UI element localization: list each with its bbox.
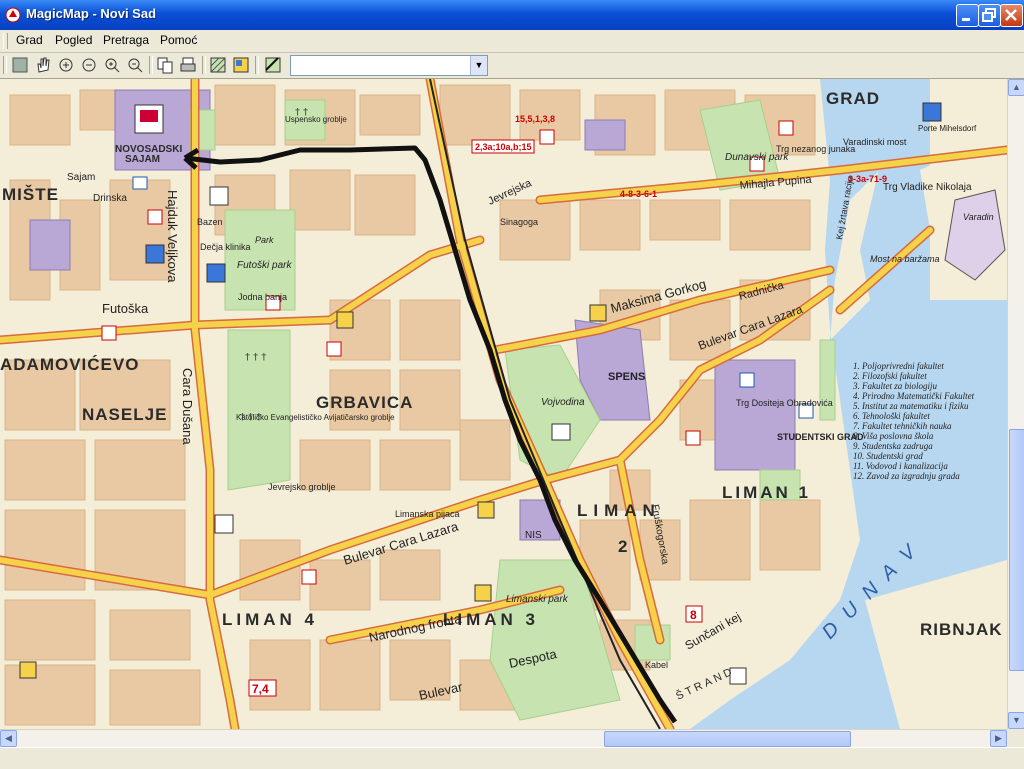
- place-jevrejsko-groblje: Jevrejsko groblje: [268, 482, 336, 492]
- bus-label-4: 4-8-3-6-1: [620, 189, 657, 199]
- place-trg-vladike-nikolaja: Trg Vladike Nikolaja: [883, 182, 972, 193]
- place-trg-dositeja: Trg Dositeja Obradovića: [736, 398, 833, 408]
- place-studentski-grad: STUDENTSKI GRAD: [777, 432, 864, 442]
- place-vojvodina: Vojvodina: [541, 397, 585, 408]
- place-sajam: Sajam: [67, 172, 95, 183]
- bus-label-3: 3-3a-71-9: [848, 174, 887, 184]
- maximize-button[interactable]: [978, 4, 1001, 27]
- toolbar-separator: [255, 56, 259, 74]
- legend-10: 10. Studentski grad: [853, 451, 923, 461]
- label-miste: MIŠTE: [2, 185, 59, 204]
- select-tool-icon[interactable]: [11, 56, 29, 74]
- print-icon[interactable]: [179, 56, 197, 74]
- legend-4: 4. Prirodno Matematički Fakultet: [853, 391, 975, 401]
- scroll-right-icon[interactable]: ▶: [990, 730, 1007, 747]
- street-cara-dusana: Cara Dušana: [180, 368, 195, 445]
- toolbar: [0, 53, 1024, 79]
- map-view[interactable]: † † † † † † † † GRAD MIŠTE NOVOSADSKI SA…: [0, 79, 1007, 729]
- map-layer-icon[interactable]: [232, 56, 250, 74]
- legend-11: 11. Vodovod i kanalizacija: [853, 461, 948, 471]
- place-park: Park: [255, 235, 274, 245]
- place-decja-klinika: Dečja klinika: [200, 242, 251, 252]
- label-grad: GRAD: [826, 89, 880, 108]
- place-porte: Porte Mihelsdorf: [918, 124, 977, 133]
- status-bar: [0, 747, 1024, 769]
- menu-bar: Grad Pogled Pretraga Pomoć: [0, 30, 1024, 53]
- legend-12: 12. Zavod za izgradnju grada: [853, 471, 960, 481]
- place-drinska: Drinska: [93, 193, 127, 204]
- app-icon: [5, 7, 21, 23]
- scroll-down-icon[interactable]: ▼: [1008, 712, 1024, 729]
- bus-label-1: 2,3a;10a,b;15: [475, 142, 532, 152]
- title-bar: MagicMap - Novi Sad: [0, 0, 1024, 30]
- legend-6: 6. Tehnološki fakultet: [853, 411, 930, 421]
- label-naselje: NASELJE: [82, 405, 167, 424]
- chevron-down-icon[interactable]: ▼: [470, 56, 487, 75]
- place-varadin: Varadin: [963, 212, 994, 222]
- bus-label-6: 8: [690, 608, 697, 622]
- label-grbavica: GRBAVICA: [316, 393, 413, 412]
- scroll-left-icon[interactable]: ◀: [0, 730, 17, 747]
- place-limanski-park: Limanski park: [506, 594, 569, 605]
- place-limanska-pijaca: Limanska pijaca: [395, 509, 460, 519]
- menu-pomoc[interactable]: Pomoć: [157, 33, 200, 47]
- label-adamovicevo: ADAMOVIĆEVO: [0, 355, 139, 374]
- label-liman-1: LIMAN 1: [722, 483, 811, 502]
- map-canvas[interactable]: † † † † † † † † GRAD MIŠTE NOVOSADSKI SA…: [0, 79, 1007, 729]
- label-ribnjak: RIBNJAK: [920, 620, 1003, 639]
- legend-2: 2. Filozofski fakultet: [853, 371, 927, 381]
- plus-icon[interactable]: [57, 56, 75, 74]
- horizontal-scrollbar[interactable]: ◀ ▶: [0, 729, 1007, 747]
- place-futoski-park: Futoški park: [237, 260, 292, 271]
- close-button[interactable]: [1000, 4, 1023, 27]
- place-trg-nezanog-junaka: Trg nezanog junaka: [776, 144, 855, 154]
- place-jodna-banja: Jodna banja: [238, 292, 287, 302]
- copy-icon[interactable]: [156, 56, 174, 74]
- place-kabel: Kabel: [645, 660, 668, 670]
- horizontal-scroll-thumb[interactable]: [604, 731, 851, 747]
- minimize-button[interactable]: [956, 4, 979, 27]
- legend-3: 3. Fakultet za biologiju: [852, 381, 937, 391]
- layer-icon[interactable]: [209, 56, 227, 74]
- label-liman: LIMAN: [577, 501, 661, 520]
- menu-grad[interactable]: Grad: [13, 33, 46, 47]
- route-tool-icon[interactable]: [264, 56, 282, 74]
- legend-8: 8. Viša poslovna škola: [853, 431, 934, 441]
- toolbar-grip: [3, 56, 7, 74]
- vertical-scroll-thumb[interactable]: [1009, 429, 1024, 671]
- svg-text:† † †: † † †: [245, 352, 266, 363]
- legend-5: 5. Institut za matematiku i fiziku: [853, 401, 969, 411]
- place-uspensko-groblje: Uspensko groblje: [285, 115, 347, 124]
- place-sinagoga: Sinagoga: [500, 217, 538, 227]
- label-liman-4: LIMAN 4: [222, 610, 318, 629]
- scroll-up-icon[interactable]: ▲: [1008, 79, 1024, 96]
- label-liman-2: 2: [618, 537, 627, 556]
- menu-pretraga[interactable]: Pretraga: [100, 33, 152, 47]
- place-spens: SPENS: [608, 371, 645, 383]
- zoom-out-icon[interactable]: [126, 56, 144, 74]
- toolbar-separator: [202, 56, 206, 74]
- menu-grip: [3, 33, 8, 49]
- place-bazen: Bazen: [197, 217, 223, 227]
- place-nis: NIS: [525, 530, 542, 541]
- legend-9: 9. Studentska zadruga: [853, 441, 933, 451]
- toolbar-separator: [149, 56, 153, 74]
- menu-pogled[interactable]: Pogled: [52, 33, 95, 47]
- window-title: MagicMap - Novi Sad: [26, 6, 157, 21]
- minus-icon[interactable]: [80, 56, 98, 74]
- street-hajduk-veljkova: Hajduk Veljkova: [165, 190, 180, 283]
- legend-1: 1. Poljoprivredni fakultet: [853, 361, 944, 371]
- legend-7: 7. Fakultet tehničkih nauka: [853, 421, 952, 431]
- bus-label-2: 15,5,1,3,8: [515, 114, 555, 124]
- bus-label-5: 7,4: [252, 682, 269, 696]
- vertical-scrollbar[interactable]: ▲ ▼: [1007, 79, 1024, 729]
- pan-hand-icon[interactable]: [34, 56, 52, 74]
- zoom-in-icon[interactable]: [103, 56, 121, 74]
- location-combo[interactable]: ▼: [290, 55, 488, 76]
- label-sajam: SAJAM: [125, 154, 160, 165]
- place-most-na-barzama: Most na baržama: [870, 254, 940, 264]
- place-groblje: Katoličko Evangelističko Avijatičarsko g…: [236, 413, 395, 422]
- street-futoska-west: Futoška: [102, 301, 149, 316]
